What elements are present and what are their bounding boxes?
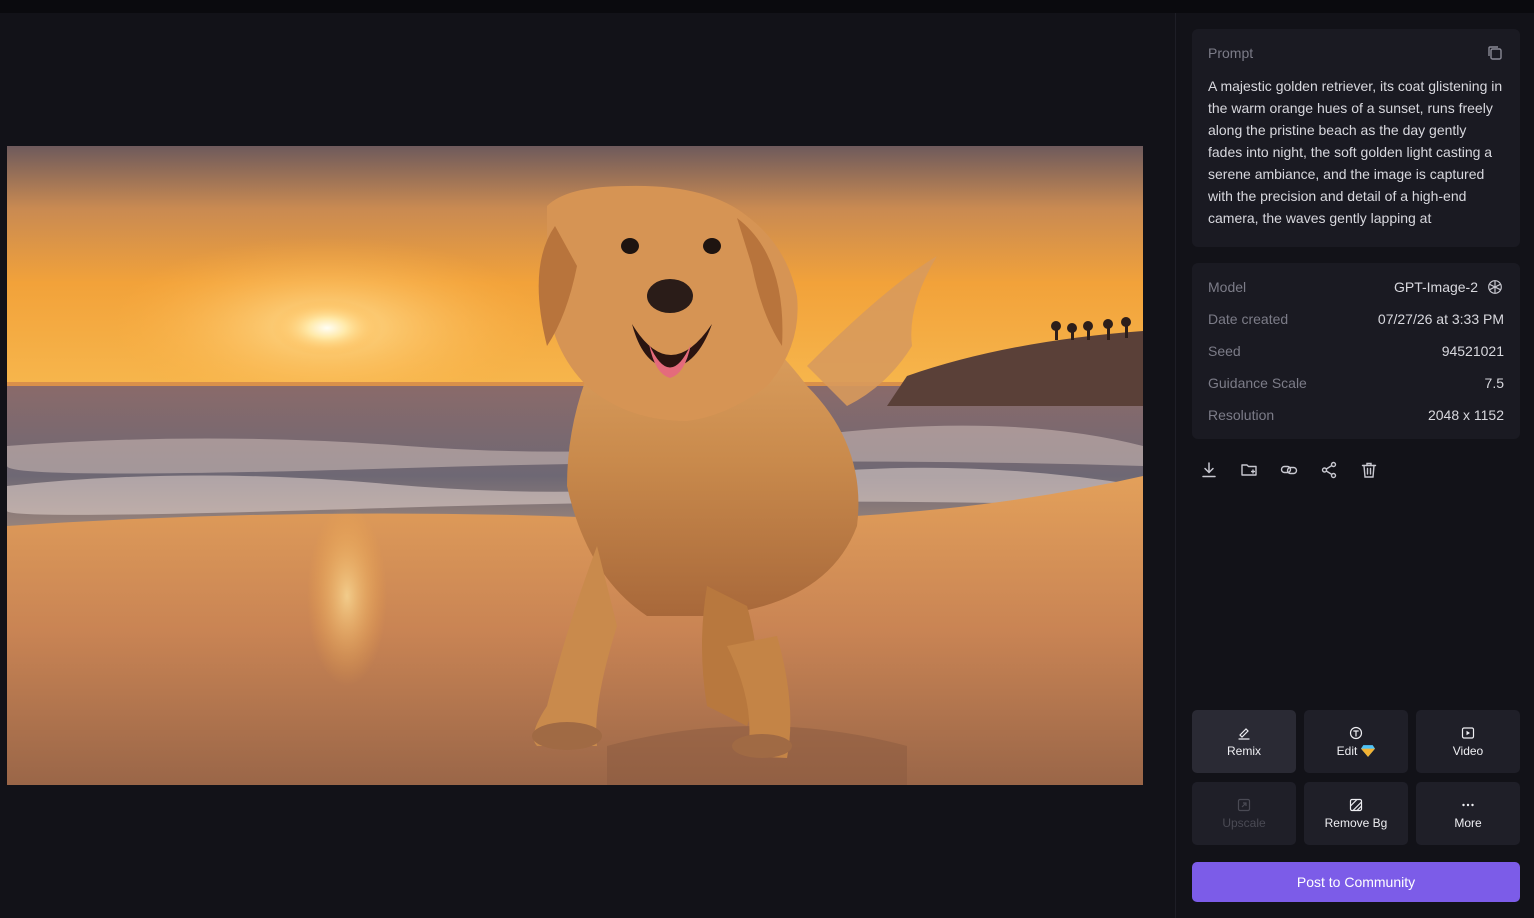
remove-bg-icon (1349, 798, 1363, 811)
video-icon (1461, 726, 1475, 739)
seed-value: 94521021 (1441, 343, 1504, 359)
remix-label: Remix (1226, 743, 1261, 758)
premium-gem-icon (1361, 744, 1376, 757)
add-to-folder-icon[interactable] (1240, 461, 1258, 479)
edit-icon (1349, 726, 1363, 739)
prompt-header: Prompt (1208, 43, 1504, 63)
edit-button[interactable]: Edit (1304, 710, 1408, 773)
remove-bg-button[interactable]: Remove Bg (1304, 782, 1408, 845)
date-row: Date created 07/27/26 at 3:33 PM (1208, 303, 1504, 335)
share-icon[interactable] (1320, 461, 1338, 479)
image-toolbar (1200, 461, 1378, 479)
remix-button[interactable]: Remix (1192, 710, 1296, 773)
metadata-card: Model GPT-Image-2 Date created 07/27/26 … (1192, 263, 1520, 439)
resolution-row: Resolution 2048 x 1152 (1208, 399, 1504, 431)
details-panel: Prompt A majestic golden retriever, its … (1175, 13, 1534, 918)
generated-image[interactable] (7, 146, 1143, 785)
action-grid: Remix Edit Video Upscale Remove Bg More (1192, 710, 1520, 845)
top-bar (0, 0, 1534, 13)
more-label: More (1454, 815, 1482, 830)
resolution-label: Resolution (1208, 407, 1275, 423)
date-label: Date created (1208, 311, 1289, 327)
seed-row: Seed 94521021 (1208, 335, 1504, 367)
post-to-community-button[interactable]: Post to Community (1192, 862, 1520, 902)
more-button[interactable]: More (1416, 782, 1520, 845)
link-icon[interactable] (1280, 461, 1298, 479)
image-viewer (0, 13, 1175, 918)
guidance-row: Guidance Scale 7.5 (1208, 367, 1504, 399)
prompt-label: Prompt (1208, 45, 1254, 61)
more-dots-icon (1462, 803, 1474, 806)
remove-bg-label: Remove Bg (1324, 815, 1388, 830)
prompt-text: A majestic golden retriever, its coat gl… (1208, 78, 1503, 226)
upscale-button: Upscale (1192, 782, 1296, 845)
download-icon[interactable] (1200, 461, 1218, 479)
edit-label-wrap: Edit (1337, 744, 1376, 758)
remix-icon (1238, 727, 1250, 740)
copy-icon[interactable] (1486, 44, 1504, 62)
model-row: Model GPT-Image-2 (1208, 271, 1504, 303)
seed-label: Seed (1208, 343, 1241, 359)
prompt-card: Prompt A majestic golden retriever, its … (1192, 29, 1520, 247)
video-label: Video (1452, 743, 1484, 758)
video-button[interactable]: Video (1416, 710, 1520, 773)
guidance-value: 7.5 (1484, 375, 1504, 391)
trash-icon[interactable] (1360, 461, 1378, 479)
openai-icon (1488, 280, 1502, 294)
upscale-icon (1237, 798, 1251, 811)
model-label: Model (1208, 279, 1247, 295)
upscale-label: Upscale (1222, 815, 1266, 830)
edit-label: Edit (1336, 743, 1358, 758)
model-value-wrap: GPT-Image-2 (1394, 278, 1504, 296)
guidance-label: Guidance Scale (1208, 375, 1307, 391)
date-value: 07/27/26 at 3:33 PM (1377, 311, 1504, 327)
model-value: GPT-Image-2 (1393, 279, 1478, 295)
resolution-value: 2048 x 1152 (1427, 407, 1504, 423)
